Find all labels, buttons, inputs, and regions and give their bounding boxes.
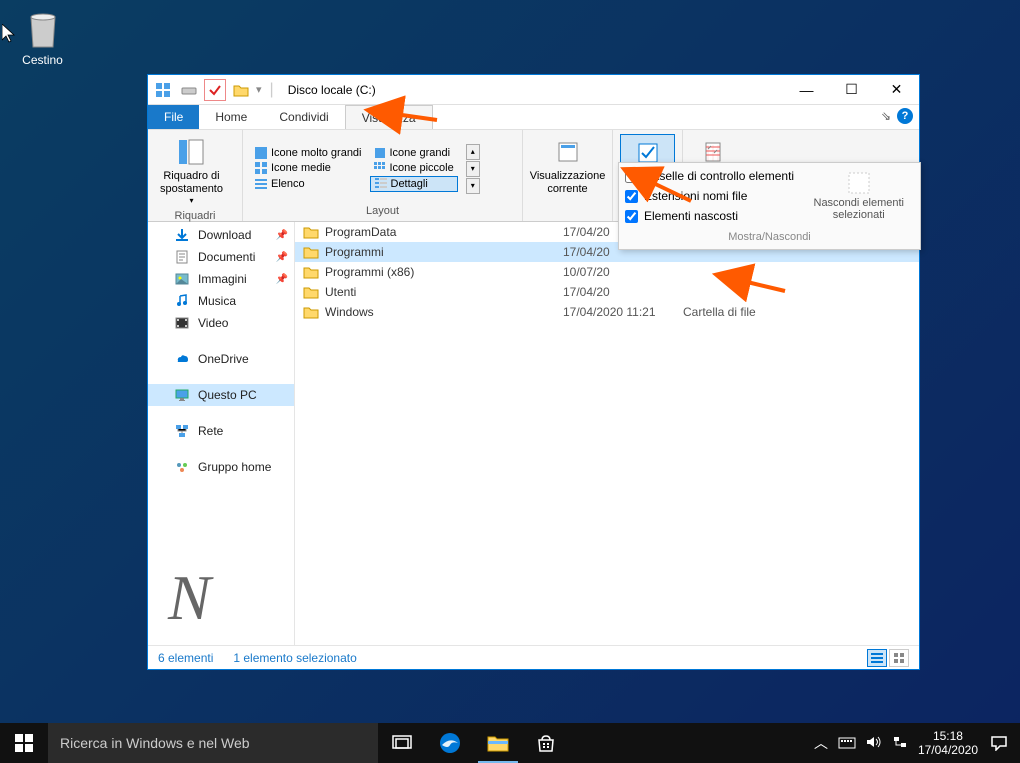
recycle-bin-icon [19, 5, 67, 53]
layout-details[interactable]: Dettagli [370, 176, 458, 192]
tray-keyboard-icon[interactable] [838, 735, 856, 752]
dropdown-group-label: Mostra/Nascondi [625, 231, 914, 243]
window-title: Disco locale (C:) [288, 83, 376, 97]
task-view-icon [392, 735, 412, 751]
taskbar-edge[interactable] [426, 723, 474, 763]
tab-home[interactable]: Home [199, 105, 263, 129]
statusbar-selection-count: 1 elemento selezionato [233, 651, 356, 665]
file-explorer-window: ▾ | Disco locale (C:) — ☐ ✕ File Home Co… [147, 74, 920, 670]
ribbon-group-layout-label: Layout [251, 203, 514, 217]
system-tray: ︿ 15:18 17/04/2020 [814, 723, 1020, 763]
layout-very-large-icons[interactable]: Icone molto grandi [251, 146, 366, 160]
file-row[interactable]: Programmi (x86)10/07/20 [295, 262, 919, 282]
ribbon-tabs: File Home Condividi Visualizza ⇘ ? [148, 105, 919, 130]
layout-scroll-down[interactable]: ▾ [466, 161, 480, 177]
folder-icon [487, 734, 509, 752]
layout-scroll-more[interactable]: ▾ [466, 178, 480, 194]
tray-volume-icon[interactable] [866, 735, 882, 752]
statusbar: 6 elementi 1 elemento selezionato [148, 645, 919, 669]
action-center-button[interactable] [988, 732, 1010, 754]
pin-icon: 📌 [276, 252, 288, 263]
current-view-button[interactable]: Visualizzazione corrente [526, 134, 610, 198]
taskbar-search[interactable]: Ricerca in Windows e nel Web [48, 723, 378, 763]
layout-medium-icons[interactable]: Icone medie [251, 161, 366, 175]
statusbar-details-view[interactable] [867, 649, 887, 667]
close-button[interactable]: ✕ [874, 75, 919, 105]
taskbar: Ricerca in Windows e nel Web ︿ 15:18 17/… [0, 723, 1020, 763]
checkbox-file-extensions[interactable]: Estensioni nomi file [625, 189, 794, 203]
tab-share[interactable]: Condividi [263, 105, 344, 129]
tab-view[interactable]: Visualizza [345, 105, 433, 129]
store-icon [536, 733, 556, 753]
help-icon[interactable]: ? [897, 108, 913, 124]
sidebar-item-videos[interactable]: Video [148, 312, 294, 334]
file-list: ProgramData17/04/20Programmi17/04/20Prog… [295, 222, 919, 645]
task-view-button[interactable] [378, 723, 426, 763]
signature-watermark: N [168, 561, 211, 635]
layout-list[interactable]: Elenco [251, 176, 366, 192]
sidebar-item-this-pc[interactable]: Questo PC [148, 384, 294, 406]
quick-access-folder-icon[interactable] [230, 79, 252, 101]
desktop-recycle-bin[interactable]: Cestino [5, 5, 80, 67]
notification-icon [990, 735, 1008, 751]
ribbon-collapse-icon[interactable]: ⇘ [881, 109, 891, 123]
hide-items-icon [845, 169, 873, 197]
taskbar-file-explorer[interactable] [474, 723, 522, 763]
quick-access-checkbox-icon[interactable] [204, 79, 226, 101]
tray-network-icon[interactable] [892, 735, 908, 752]
edge-icon [438, 731, 462, 755]
start-button[interactable] [0, 723, 48, 763]
tray-chevron-up-icon[interactable]: ︿ [814, 733, 828, 753]
sidebar-item-download[interactable]: Download📌 [148, 224, 294, 246]
minimize-button[interactable]: — [784, 75, 829, 105]
ribbon-group-riquadri-label: Riquadri [156, 208, 234, 222]
checkbox-item-checkboxes[interactable]: Caselle di controllo elementi [625, 169, 794, 183]
layout-scroll-up[interactable]: ▴ [466, 144, 480, 160]
hide-selected-items-button[interactable]: Nascondi elementi selezionati [804, 169, 915, 223]
tray-clock[interactable]: 15:18 17/04/2020 [918, 729, 978, 758]
windows-logo-icon [15, 734, 33, 752]
sidebar-item-documents[interactable]: Documenti📌 [148, 246, 294, 268]
layout-large-icons[interactable]: Icone grandi [370, 146, 458, 160]
navigation-sidebar: Download📌 Documenti📌 Immagini📌 Musica Vi… [148, 222, 295, 645]
file-row[interactable]: Windows17/04/2020 11:21Cartella di file [295, 302, 919, 322]
maximize-button[interactable]: ☐ [829, 75, 874, 105]
statusbar-large-icons-view[interactable] [889, 649, 909, 667]
sidebar-item-homegroup[interactable]: Gruppo home [148, 456, 294, 478]
sidebar-item-pictures[interactable]: Immagini📌 [148, 268, 294, 290]
quick-access-dropdown-icon[interactable]: ▾ [256, 83, 262, 96]
sidebar-item-onedrive[interactable]: OneDrive [148, 348, 294, 370]
desktop-icon-label: Cestino [5, 53, 80, 67]
checkbox-hidden-items[interactable]: Elementi nascosti [625, 209, 794, 223]
quick-access-drive-icon[interactable] [178, 79, 200, 101]
sidebar-item-music[interactable]: Musica [148, 290, 294, 312]
sidebar-item-network[interactable]: Rete [148, 420, 294, 442]
taskbar-store[interactable] [522, 723, 570, 763]
titlebar: ▾ | Disco locale (C:) — ☐ ✕ [148, 75, 919, 105]
file-row[interactable]: Utenti17/04/20 [295, 282, 919, 302]
pin-icon: 📌 [276, 274, 288, 285]
statusbar-item-count: 6 elementi [158, 651, 213, 665]
navigation-pane-button[interactable]: Riquadro di spostamento ▾ [156, 134, 227, 208]
quick-access-system-icon[interactable] [152, 79, 174, 101]
layout-small-icons[interactable]: Icone piccole [370, 161, 458, 175]
pin-icon: 📌 [276, 230, 288, 241]
tab-file[interactable]: File [148, 105, 199, 129]
show-hide-dropdown: Caselle di controllo elementi Estensioni… [618, 162, 921, 250]
